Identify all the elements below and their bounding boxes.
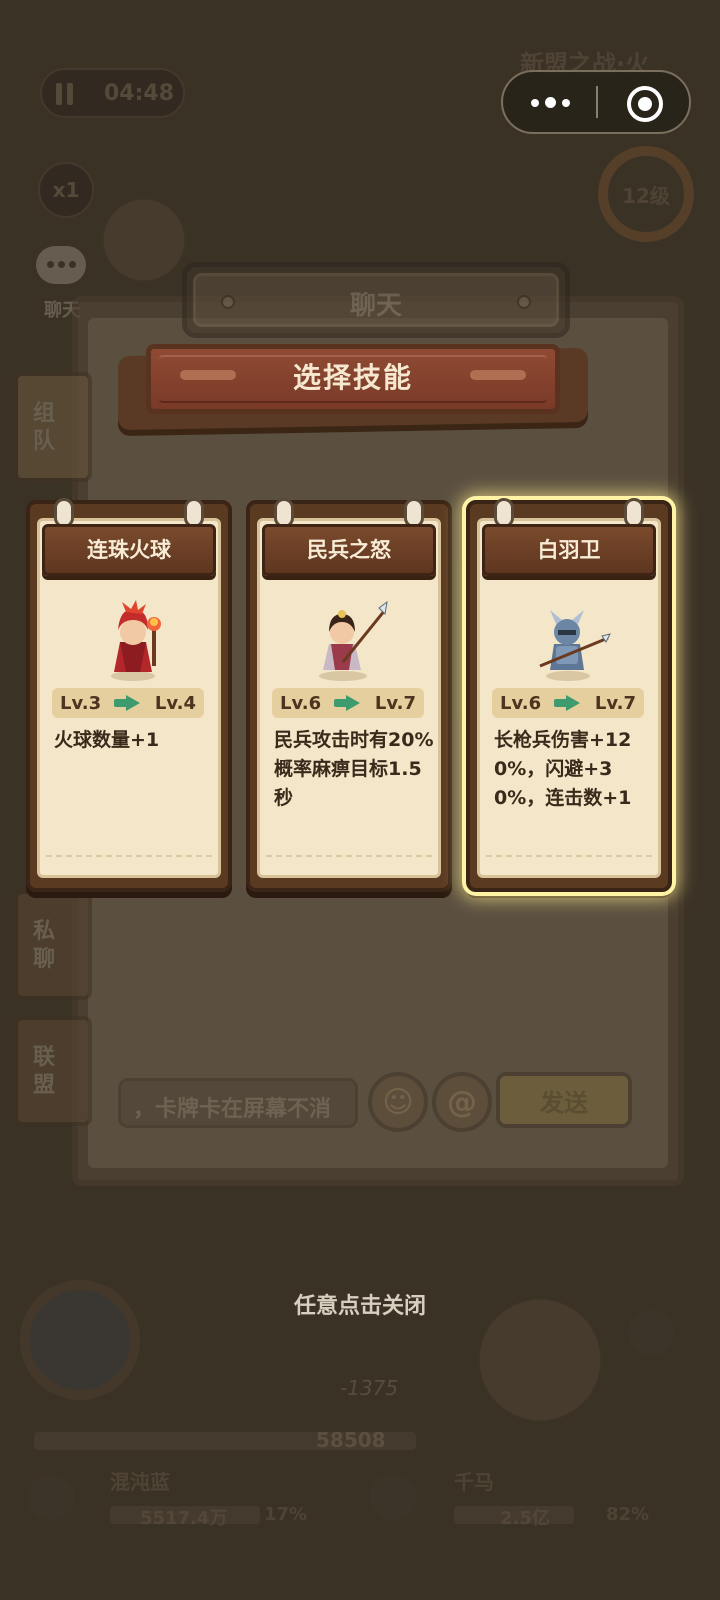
player-avatar bbox=[28, 1474, 74, 1520]
emoji-button[interactable]: ☺ bbox=[368, 1072, 428, 1132]
tab-private-label: 私聊 bbox=[32, 919, 55, 972]
level-up-arrow-icon bbox=[334, 695, 362, 711]
skill-description: 长枪兵伤害+120%，闪避+30%，连击数+1 bbox=[494, 729, 632, 809]
level-up-arrow-icon bbox=[114, 695, 142, 711]
level-up-arrow-icon bbox=[554, 695, 582, 711]
militia-spear-icon bbox=[319, 600, 388, 681]
skill-description: 火球数量+1 bbox=[54, 729, 160, 751]
level-from: Lv.6 bbox=[500, 692, 542, 714]
armored-spearman-icon bbox=[539, 610, 611, 681]
tap-to-close-hint[interactable]: 任意点击关闭 bbox=[0, 1288, 720, 1320]
skill-card-selected[interactable]: 白羽卫 Lv.6 Lv.7 长枪兵伤害+120%，闪避+30%，连击数+1 bbox=[466, 498, 672, 892]
player-percent: 82% bbox=[606, 1504, 650, 1525]
level-to: Lv.4 bbox=[154, 692, 196, 714]
level-upgrade-row: Lv.6 Lv.7 bbox=[492, 688, 644, 718]
level-to: Lv.7 bbox=[594, 692, 636, 714]
chat-input[interactable]: ，卡牌卡在屏幕不消 bbox=[118, 1078, 358, 1128]
player-percent: 17% bbox=[264, 1504, 308, 1525]
skill-select-banner: 选择技能 bbox=[118, 338, 588, 444]
chat-bubble-icon[interactable] bbox=[36, 246, 90, 292]
skill-name: 白羽卫 bbox=[482, 524, 656, 576]
red-mage-icon bbox=[111, 600, 161, 681]
skill-card[interactable]: 连珠火球 Lv.3 Lv.4 火球数量+1 bbox=[26, 498, 232, 892]
player-power: 2.5亿 bbox=[500, 1508, 550, 1529]
miniprogram-capsule bbox=[501, 70, 691, 134]
skill-name: 连珠火球 bbox=[42, 524, 216, 576]
more-options-icon[interactable] bbox=[531, 92, 581, 112]
level-badge: 12级 bbox=[598, 146, 694, 242]
boss-hp-text: 58508 bbox=[316, 1428, 386, 1452]
level-upgrade-row: Lv.6 Lv.7 bbox=[272, 688, 424, 718]
chat-title-tab: 聊天 bbox=[182, 262, 570, 338]
speed-button[interactable]: x1 bbox=[38, 162, 94, 218]
player-avatar bbox=[370, 1474, 416, 1520]
tab-alliance-label: 联盟 bbox=[32, 1045, 55, 1098]
mention-button[interactable]: @ bbox=[432, 1072, 492, 1132]
level-to: Lv.7 bbox=[374, 692, 416, 714]
player-name: 混沌蓝 bbox=[110, 1470, 170, 1494]
level-from: Lv.6 bbox=[280, 692, 322, 714]
chat-title: 聊天 bbox=[349, 291, 402, 321]
player-power: 5517.4万 bbox=[140, 1508, 228, 1529]
level-upgrade-row: Lv.3 Lv.4 bbox=[52, 688, 204, 718]
tab-alliance[interactable]: 联盟 bbox=[14, 1016, 92, 1126]
send-button[interactable]: 发送 bbox=[496, 1072, 632, 1128]
skill-card[interactable]: 民兵之怒 Lv.6 Lv.7 民兵攻击时有20%概率麻痹目标1.5秒 bbox=[246, 498, 452, 892]
player-name: 千马 bbox=[454, 1470, 494, 1494]
capsule-divider bbox=[596, 86, 598, 118]
close-miniprogram-icon[interactable] bbox=[627, 86, 663, 122]
battle-timer: 04:48 bbox=[40, 68, 185, 118]
skill-description: 民兵攻击时有20%概率麻痹目标1.5秒 bbox=[274, 729, 434, 809]
timer-text: 04:48 bbox=[104, 81, 175, 106]
skill-name: 民兵之怒 bbox=[262, 524, 436, 576]
tab-team-label: 组队 bbox=[32, 401, 55, 454]
damage-number: -1375 bbox=[340, 1376, 399, 1400]
tab-private[interactable]: 私聊 bbox=[14, 890, 92, 1000]
tab-team[interactable]: 组队 bbox=[14, 372, 92, 482]
pause-icon[interactable] bbox=[54, 83, 76, 105]
skill-select-title: 选择技能 bbox=[292, 361, 413, 394]
level-from: Lv.3 bbox=[60, 692, 102, 714]
